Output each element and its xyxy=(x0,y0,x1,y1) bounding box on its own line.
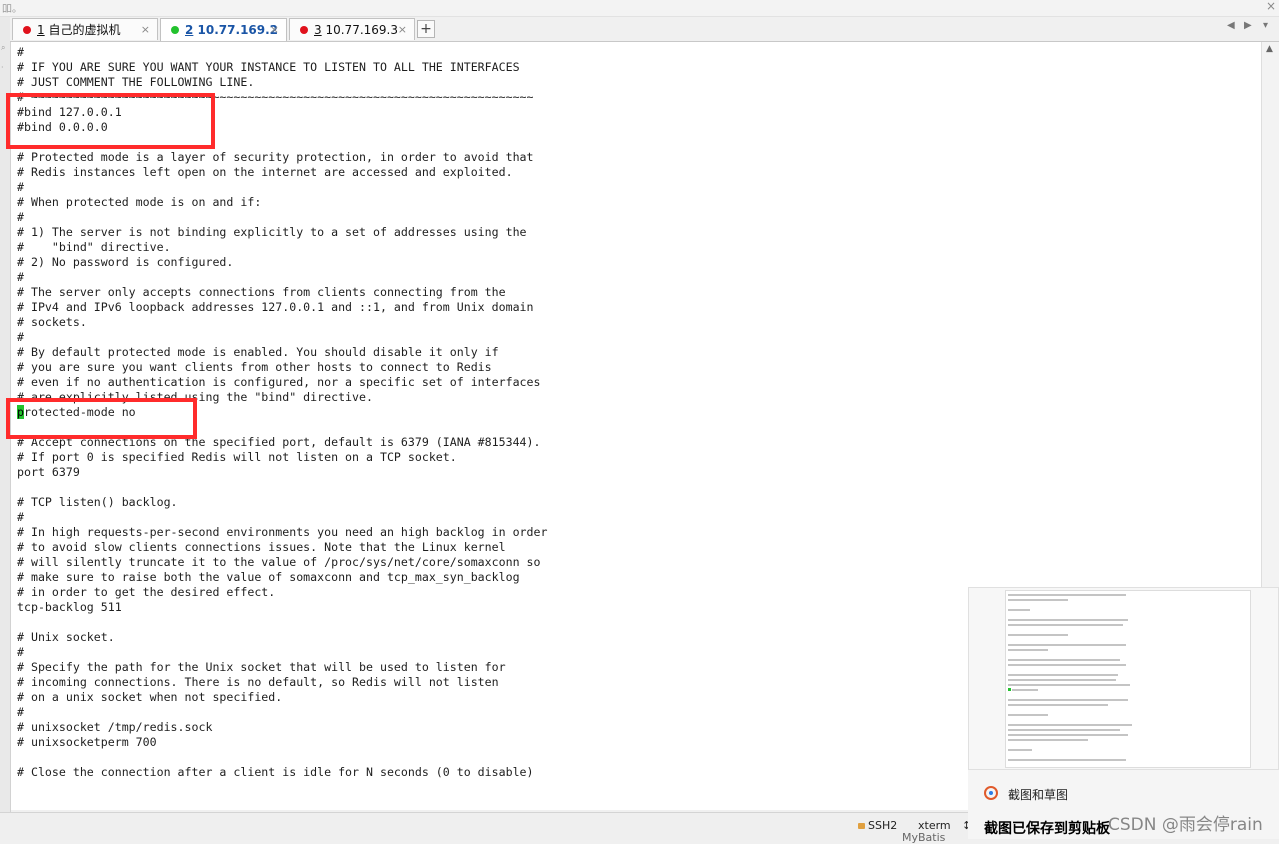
window-top-strip: 吅。 × xyxy=(0,0,1279,17)
tab-close-icon[interactable]: × xyxy=(270,19,279,41)
notification-app-name: 截图和草图 xyxy=(1008,788,1069,802)
tab-menu-icon[interactable]: ▾ xyxy=(1263,20,1268,31)
gutter-search-icon[interactable]: ⌕ xyxy=(1,43,5,53)
scroll-up-icon[interactable]: ▲ xyxy=(1266,44,1273,54)
tab-prev-icon[interactable]: ◀ xyxy=(1227,20,1235,31)
window-close-icon[interactable]: × xyxy=(1266,0,1276,13)
session-status-dot xyxy=(171,26,179,34)
tab-label: 1 自己的虚拟机 xyxy=(37,23,121,37)
status-protocol: SSH2 xyxy=(858,819,897,832)
tab-close-icon[interactable]: × xyxy=(398,19,407,41)
tab-close-icon[interactable]: × xyxy=(141,19,150,41)
gutter-marker-icon: · xyxy=(1,63,4,72)
snip-sketch-icon xyxy=(984,786,998,800)
lock-icon xyxy=(858,823,865,829)
tab-next-icon[interactable]: ▶ xyxy=(1244,20,1252,31)
new-tab-button[interactable]: + xyxy=(417,20,435,38)
tab-label: 3 10.77.169.3 xyxy=(314,23,398,37)
status-app-partial: MyBatis xyxy=(902,831,946,844)
thumbnail-preview xyxy=(1005,590,1251,768)
screenshot-thumbnail[interactable] xyxy=(968,587,1279,770)
session-tab-bar: 1 自己的虚拟机 × 2 10.77.169.2 × 3 10.77.169.3… xyxy=(10,17,1279,42)
notification-title: 截图已保存到剪贴板 xyxy=(984,821,1110,837)
session-status-dot xyxy=(300,26,308,34)
highlight-box-bind xyxy=(6,93,215,149)
session-status-dot xyxy=(23,26,31,34)
watermark: CSDN @雨会停rain xyxy=(1108,815,1263,835)
tab-session-2[interactable]: 2 10.77.169.2 × xyxy=(160,18,287,41)
highlight-box-protected-mode xyxy=(6,398,197,439)
window-corner-text: 吅。 xyxy=(2,4,22,15)
terminal-lines-after: # Accept connections on the specified po… xyxy=(17,435,548,779)
tab-session-1[interactable]: 1 自己的虚拟机 × xyxy=(12,18,158,40)
tab-label: 2 10.77.169.2 xyxy=(185,23,279,37)
tab-session-3[interactable]: 3 10.77.169.3 × xyxy=(289,18,415,40)
